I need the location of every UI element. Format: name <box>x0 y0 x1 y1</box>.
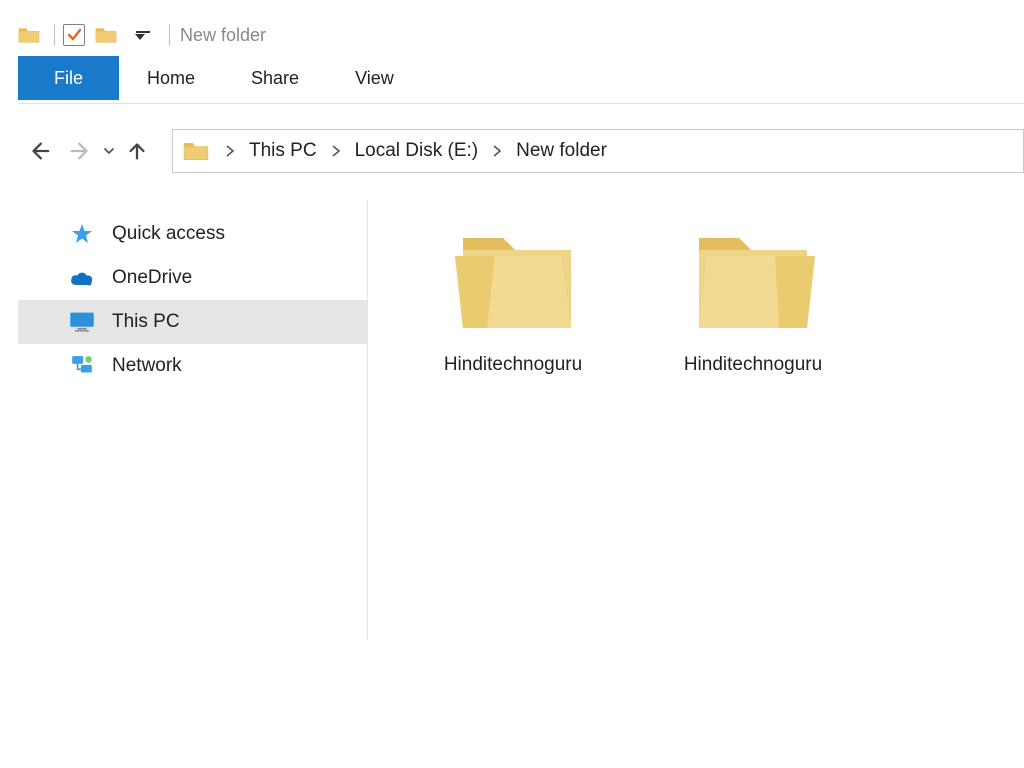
back-button[interactable] <box>22 134 56 168</box>
recent-locations-button[interactable] <box>102 145 116 157</box>
breadcrumb-segment[interactable]: This PC <box>243 140 323 162</box>
chevron-right-icon[interactable] <box>217 144 243 158</box>
sidebar-item-quick-access[interactable]: Quick access <box>18 212 367 256</box>
title-bar: New folder <box>18 20 1024 50</box>
content-pane[interactable]: Hinditechnoguru Hinditechnoguru <box>368 200 1024 640</box>
tab-share[interactable]: Share <box>223 56 327 100</box>
network-icon <box>68 354 96 378</box>
file-explorer-window: New folder File Home Share View This PC … <box>0 0 1024 640</box>
folder-label: Hinditechnoguru <box>444 354 582 376</box>
tab-view[interactable]: View <box>327 56 422 100</box>
window-title: New folder <box>180 25 266 46</box>
ribbon-tabs: File Home Share View <box>18 56 1024 104</box>
properties-checkbox-icon[interactable] <box>63 24 85 46</box>
breadcrumb-segment[interactable]: Local Disk (E:) <box>349 140 485 162</box>
monitor-icon <box>68 310 96 334</box>
sidebar-item-label: This PC <box>112 311 180 333</box>
folder-icon <box>18 25 40 45</box>
new-folder-qat-icon[interactable] <box>95 25 117 45</box>
up-button[interactable] <box>120 134 154 168</box>
address-bar[interactable]: This PC Local Disk (E:) New folder <box>172 129 1024 173</box>
separator <box>54 24 55 46</box>
chevron-right-icon[interactable] <box>484 144 510 158</box>
folder-icon <box>183 140 209 162</box>
sidebar-item-label: Network <box>112 355 182 377</box>
qat-dropdown-icon[interactable] <box>133 31 153 40</box>
chevron-right-icon[interactable] <box>323 144 349 158</box>
separator <box>169 24 170 46</box>
folder-label: Hinditechnoguru <box>684 354 822 376</box>
star-icon <box>68 222 96 246</box>
folder-item[interactable]: Hinditechnoguru <box>658 220 848 640</box>
sidebar-item-network[interactable]: Network <box>18 344 367 388</box>
sidebar-item-onedrive[interactable]: OneDrive <box>18 256 367 300</box>
breadcrumb-segment[interactable]: New folder <box>510 140 613 162</box>
folder-icon <box>683 220 823 340</box>
forward-button[interactable] <box>64 134 98 168</box>
main-area: Quick access OneDrive This PC Network <box>18 200 1024 640</box>
cloud-icon <box>68 266 96 290</box>
navigation-pane: Quick access OneDrive This PC Network <box>18 200 368 640</box>
folder-item[interactable]: Hinditechnoguru <box>418 220 608 640</box>
sidebar-item-label: Quick access <box>112 223 225 245</box>
file-tab[interactable]: File <box>18 56 119 100</box>
navigation-bar: This PC Local Disk (E:) New folder <box>18 126 1024 176</box>
sidebar-item-label: OneDrive <box>112 267 192 289</box>
tab-home[interactable]: Home <box>119 56 223 100</box>
sidebar-item-this-pc[interactable]: This PC <box>18 300 367 344</box>
folder-icon <box>443 220 583 340</box>
